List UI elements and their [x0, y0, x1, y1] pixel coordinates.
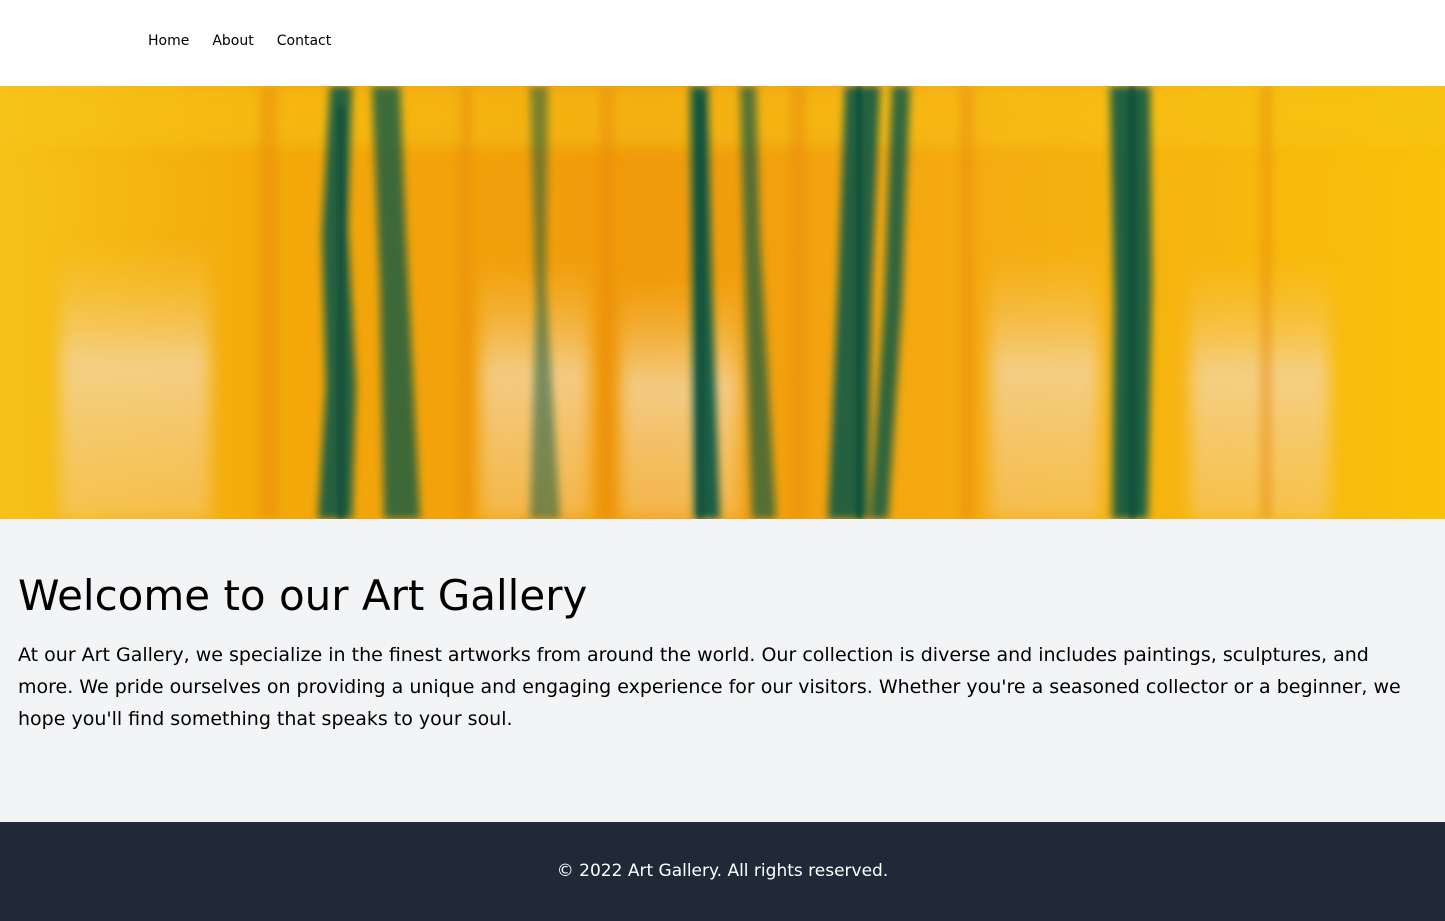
nav-link-contact[interactable]: Contact	[277, 32, 331, 50]
hero-painting	[0, 86, 1445, 519]
copyright-text: © 2022 Art Gallery. All rights reserved.	[556, 861, 889, 881]
nav-link-about[interactable]: About	[212, 32, 253, 50]
intro-paragraph: At our Art Gallery, we specialize in the…	[18, 644, 1401, 730]
top-navigation: Home About Contact	[0, 0, 1445, 86]
nav-link-home[interactable]: Home	[148, 32, 189, 50]
hero-image	[0, 86, 1445, 519]
main-content: Welcome to our Art Gallery At our Art Ga…	[0, 519, 1445, 821]
page-title: Welcome to our Art Gallery	[18, 571, 588, 620]
nav-links: Home About Contact	[148, 32, 354, 50]
footer: © 2022 Art Gallery. All rights reserved.	[0, 822, 1445, 921]
